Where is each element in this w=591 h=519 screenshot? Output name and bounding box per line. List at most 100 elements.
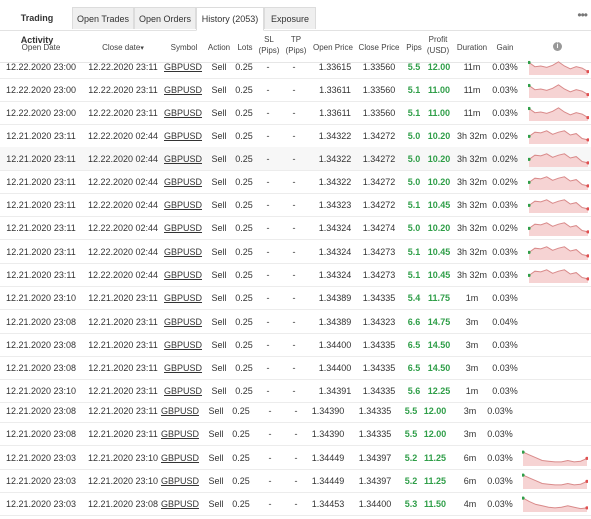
header-gain[interactable]: Gain <box>494 42 516 53</box>
symbol-link-text[interactable]: GBPUSD <box>161 429 199 439</box>
duration-cell: 3h 32m <box>456 246 488 257</box>
symbol-link-text[interactable]: GBPUSD <box>164 131 202 141</box>
symbol-link-text[interactable]: GBPUSD <box>164 363 202 373</box>
symbol-link-text[interactable]: GBPUSD <box>164 154 202 164</box>
more-options-icon[interactable]: ••• <box>577 8 588 22</box>
symbol-link[interactable]: GBPUSD <box>161 399 199 422</box>
sl-cell: - <box>266 199 270 210</box>
table-row[interactable]: 12.21.2020 23:03 12.21.2020 23:08 GBPUSD Se… <box>0 492 591 516</box>
symbol-link-text[interactable]: GBPUSD <box>161 476 199 486</box>
symbol-link-text[interactable]: GBPUSD <box>164 223 202 233</box>
pips-cell: 5.0 <box>405 216 423 239</box>
profit-cell: 11.25 <box>422 446 448 469</box>
table-row[interactable]: 12.21.2020 23:11 12.22.2020 02:44 GBPUSD Se… <box>0 193 591 217</box>
symbol-link[interactable]: GBPUSD <box>161 469 199 492</box>
tp-cell: - <box>292 199 296 210</box>
symbol-link-text[interactable]: GBPUSD <box>164 293 202 303</box>
action-cell: Sell <box>211 84 227 95</box>
header-profit[interactable]: Profit (USD) <box>426 34 450 56</box>
symbol-link[interactable]: GBPUSD <box>164 216 202 239</box>
header-close-price[interactable]: Close Price <box>358 42 400 53</box>
symbol-link-text[interactable]: GBPUSD <box>161 499 199 509</box>
table-row[interactable]: 12.21.2020 23:08 12.21.2020 23:11 GBPUSD Se… <box>0 422 591 446</box>
header-sl[interactable]: SL (Pips) <box>258 34 280 56</box>
table-row[interactable]: 12.21.2020 23:03 12.21.2020 23:10 GBPUSD Se… <box>0 469 591 493</box>
action-cell: Sell <box>211 339 227 350</box>
lots-cell: 0.25 <box>235 199 253 210</box>
tab-trading-activity[interactable]: Trading Activity <box>4 7 70 45</box>
lots-cell: 0.25 <box>235 130 253 141</box>
header-action[interactable]: Action <box>204 42 234 53</box>
header-tp[interactable]: TP (Pips) <box>285 34 307 56</box>
symbol-link[interactable]: GBPUSD <box>164 170 202 193</box>
symbol-link-text[interactable]: GBPUSD <box>164 270 202 280</box>
symbol-link[interactable]: GBPUSD <box>164 356 202 379</box>
symbol-link[interactable]: GBPUSD <box>164 193 202 216</box>
symbol-link-text[interactable]: GBPUSD <box>164 62 202 72</box>
symbol-link-text[interactable]: GBPUSD <box>164 340 202 350</box>
symbol-link[interactable]: GBPUSD <box>164 240 202 263</box>
symbol-link[interactable]: GBPUSD <box>164 147 202 170</box>
table-row[interactable]: 12.21.2020 23:11 12.22.2020 02:44 GBPUSD Se… <box>0 147 591 171</box>
info-icon[interactable]: i <box>553 42 562 51</box>
gain-cell: 0.03% <box>492 246 518 257</box>
action-cell: Sell <box>208 405 224 416</box>
table-row[interactable]: 12.21.2020 23:11 12.22.2020 02:44 GBPUSD Se… <box>0 216 591 240</box>
symbol-link-text[interactable]: GBPUSD <box>164 85 202 95</box>
header-lots[interactable]: Lots <box>234 42 256 53</box>
close-date-cell: 12.22.2020 02:44 <box>87 153 159 164</box>
gain-cell: 0.03% <box>487 452 513 463</box>
open-price-cell: 1.34324 <box>318 269 352 280</box>
lots-cell: 0.25 <box>235 222 253 233</box>
sl-cell: - <box>266 316 270 327</box>
open-date-cell: 12.21.2020 23:08 <box>5 339 77 350</box>
symbol-link-text[interactable]: GBPUSD <box>164 200 202 210</box>
header-symbol[interactable]: Symbol <box>166 42 202 53</box>
tab-history[interactable]: History (2053) <box>196 7 264 31</box>
table-row[interactable]: 12.21.2020 23:10 12.21.2020 23:11 GBPUSD Se… <box>0 286 591 310</box>
symbol-link[interactable]: GBPUSD <box>164 263 202 286</box>
table-row[interactable]: 12.21.2020 23:11 12.22.2020 02:44 GBPUSD Se… <box>0 124 591 148</box>
sl-cell: - <box>268 405 272 416</box>
header-open-price[interactable]: Open Price <box>312 42 354 53</box>
trade-sparkline <box>522 450 588 466</box>
open-price-cell: 1.33611 <box>319 107 351 118</box>
close-price-cell: 1.34335 <box>358 405 392 416</box>
table-row[interactable]: 12.21.2020 23:11 12.22.2020 02:44 GBPUSD Se… <box>0 263 591 287</box>
symbol-link[interactable]: GBPUSD <box>164 78 202 101</box>
symbol-link-text[interactable]: GBPUSD <box>164 247 202 257</box>
symbol-link[interactable]: GBPUSD <box>164 55 202 78</box>
table-row[interactable]: 12.21.2020 23:08 12.21.2020 23:11 GBPUSD Se… <box>0 399 591 423</box>
header-duration[interactable]: Duration <box>455 42 489 53</box>
tab-open-orders[interactable]: Open Orders <box>134 7 196 29</box>
header-open-date[interactable]: Open Date <box>14 42 68 53</box>
symbol-link[interactable]: GBPUSD <box>161 446 199 469</box>
header-pips[interactable]: Pips <box>404 42 424 53</box>
tab-exposure[interactable]: Exposure <box>264 7 316 29</box>
table-row[interactable]: 12.21.2020 23:11 12.22.2020 02:44 GBPUSD Se… <box>0 170 591 194</box>
symbol-link[interactable]: GBPUSD <box>161 492 199 515</box>
symbol-link[interactable]: GBPUSD <box>164 124 202 147</box>
symbol-link[interactable]: GBPUSD <box>161 422 199 445</box>
table-row[interactable]: 12.22.2020 23:00 12.22.2020 23:11 GBPUSD Se… <box>0 55 591 79</box>
symbol-link-text[interactable]: GBPUSD <box>164 108 202 118</box>
symbol-link[interactable]: GBPUSD <box>164 101 202 124</box>
table-row[interactable]: 12.21.2020 23:08 12.21.2020 23:11 GBPUSD Se… <box>0 333 591 357</box>
symbol-link-text[interactable]: GBPUSD <box>164 317 202 327</box>
tab-open-trades[interactable]: Open Trades <box>72 7 134 29</box>
table-row[interactable]: 12.21.2020 23:03 12.21.2020 23:10 GBPUSD Se… <box>0 446 591 470</box>
symbol-link[interactable]: GBPUSD <box>164 333 202 356</box>
symbol-link[interactable]: GBPUSD <box>164 310 202 333</box>
symbol-link-text[interactable]: GBPUSD <box>161 406 199 416</box>
table-row[interactable]: 12.21.2020 23:08 12.21.2020 23:11 GBPUSD Se… <box>0 310 591 334</box>
symbol-link-text[interactable]: GBPUSD <box>164 177 202 187</box>
close-date-cell: 12.22.2020 02:44 <box>87 269 159 280</box>
table-row[interactable]: 12.21.2020 23:08 12.21.2020 23:11 GBPUSD Se… <box>0 356 591 380</box>
table-row[interactable]: 12.22.2020 23:00 12.22.2020 23:11 GBPUSD Se… <box>0 101 591 125</box>
symbol-link[interactable]: GBPUSD <box>164 286 202 309</box>
table-row[interactable]: 12.22.2020 23:00 12.22.2020 23:11 GBPUSD Se… <box>0 78 591 102</box>
symbol-link-text[interactable]: GBPUSD <box>161 453 199 463</box>
symbol-link-text[interactable]: GBPUSD <box>164 386 202 396</box>
header-close-date[interactable]: Close date▾ <box>98 42 148 54</box>
table-row[interactable]: 12.21.2020 23:11 12.22.2020 02:44 GBPUSD Se… <box>0 240 591 264</box>
